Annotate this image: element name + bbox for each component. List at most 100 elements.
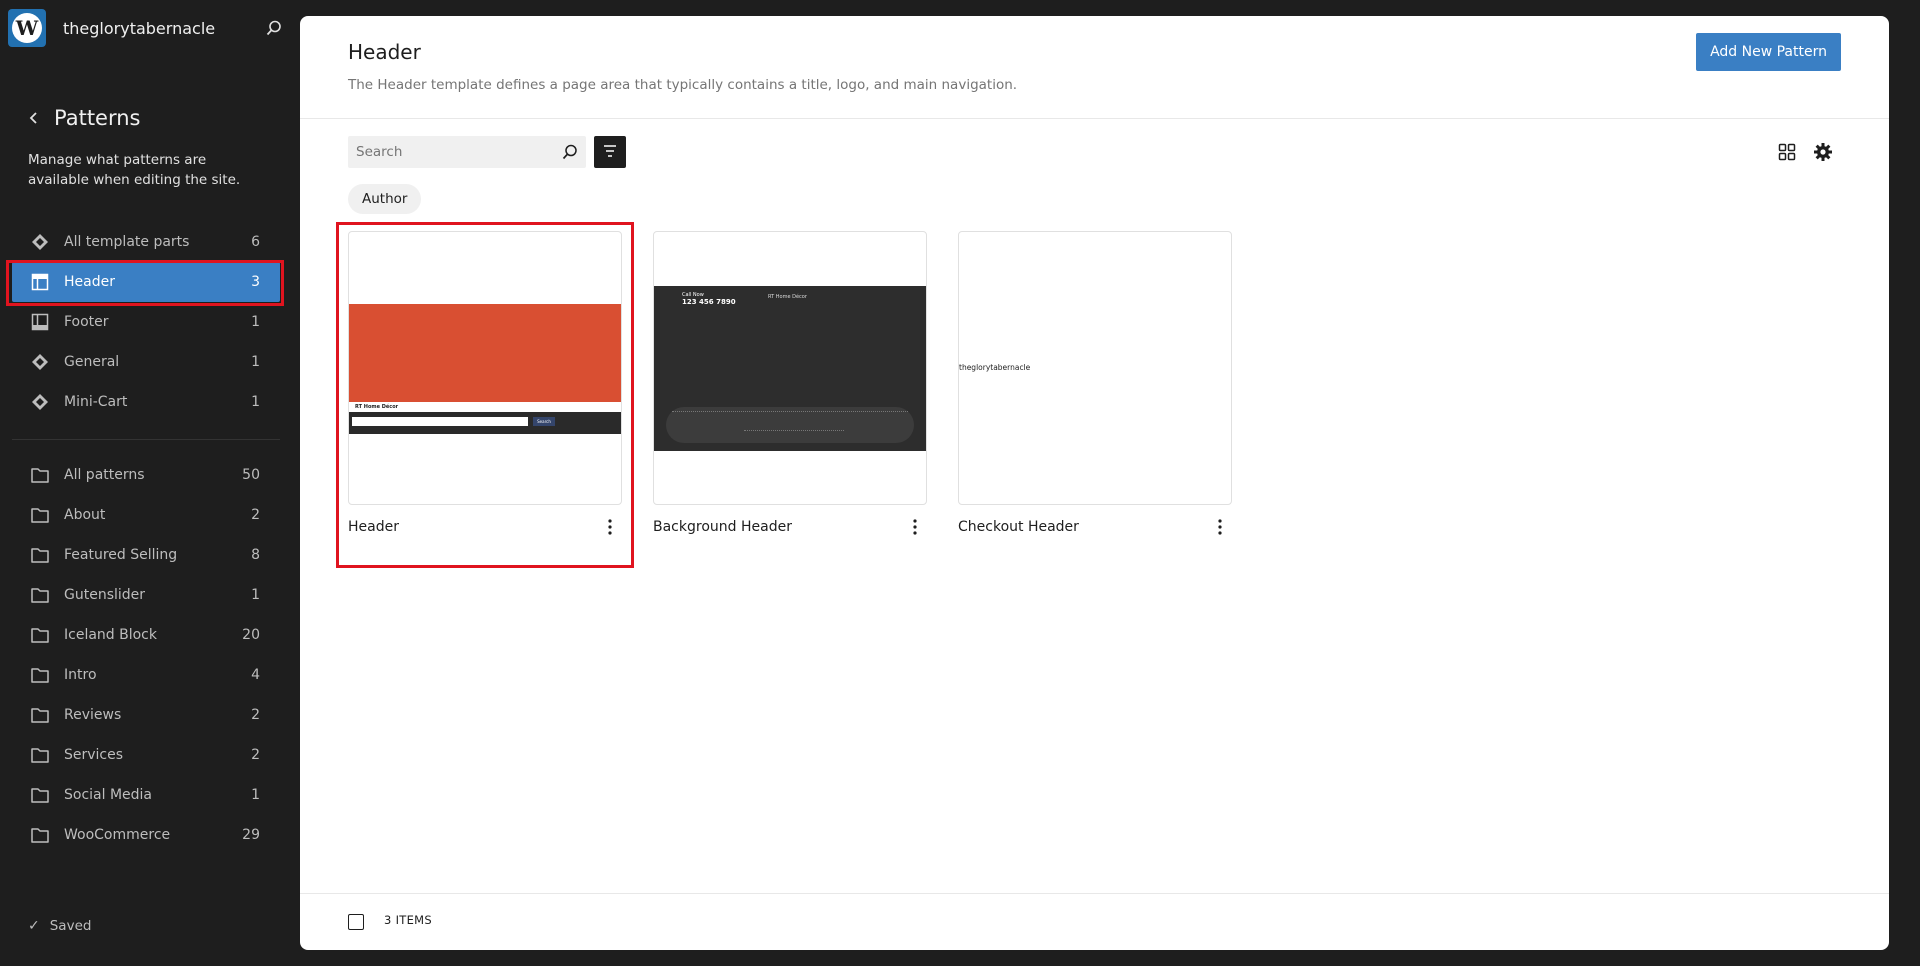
card-title[interactable]: Background Header — [653, 519, 903, 535]
site-hub: W theglorytabernacle — [8, 8, 292, 48]
card-meta: Checkout Header — [958, 513, 1232, 541]
pattern-card[interactable]: theglorytabernacle Checkout Header — [958, 231, 1232, 535]
highlight-box — [6, 260, 284, 306]
grid-view-icon[interactable] — [1775, 140, 1799, 164]
sidebar-item-count: 6 — [251, 234, 260, 250]
filter-button[interactable] — [594, 136, 626, 168]
sidebar-item-label: Gutenslider — [64, 587, 146, 603]
site-name[interactable]: theglorytabernacle — [63, 19, 262, 38]
folder-icon — [28, 783, 52, 807]
sidebar-item-label: Iceland Block — [64, 627, 157, 643]
page-header: Header The Header template defines a pag… — [300, 16, 1889, 119]
sidebar-item-count: 2 — [251, 747, 260, 763]
sidebar-item-label: Reviews — [64, 707, 122, 723]
sidebar-item-count: 1 — [251, 354, 260, 370]
sidebar-item-woocommerce[interactable]: WooCommerce 29 — [12, 815, 280, 855]
search-input[interactable] — [348, 136, 554, 168]
filter-icon — [602, 143, 618, 162]
sidebar-item-reviews[interactable]: Reviews 2 — [12, 695, 280, 735]
gear-icon[interactable] — [1811, 140, 1835, 164]
sidebar-item-label: WooCommerce — [64, 827, 171, 843]
author-filter-chip[interactable]: Author — [348, 184, 422, 214]
sidebar-item-iceland-block[interactable]: Iceland Block 20 — [12, 615, 280, 655]
folder-icon — [28, 503, 52, 527]
search-icon — [554, 143, 586, 161]
sidebar-heading: Patterns — [54, 106, 141, 130]
sidebar-item-label: General — [64, 354, 120, 370]
preview-menu-line — [672, 411, 908, 414]
sidebar-item-label: All template parts — [64, 234, 190, 250]
sidebar-item-count: 50 — [242, 467, 260, 483]
sidebar-item-all-template-parts[interactable]: All template parts 6 — [12, 222, 280, 262]
symbol-filled-icon — [28, 390, 52, 414]
main-content: Header The Header template defines a pag… — [300, 16, 1889, 950]
sidebar-item-about[interactable]: About 2 — [12, 495, 280, 535]
highlight-box — [336, 222, 634, 568]
search-field — [348, 136, 586, 168]
sidebar-item-count: 2 — [251, 507, 260, 523]
sidebar-item-services[interactable]: Services 2 — [12, 735, 280, 775]
sidebar-description: Manage what patterns are available when … — [28, 152, 241, 188]
sidebar-item-all-patterns[interactable]: All patterns 50 — [12, 455, 280, 495]
folder-icon — [28, 543, 52, 567]
sidebar-item-count: 1 — [251, 787, 260, 803]
pattern-card[interactable]: Call Now 123 456 7890 RT Home Décor Back… — [653, 231, 927, 535]
preview-menu-line — [744, 430, 844, 433]
sidebar-item-label: Featured Selling — [64, 547, 178, 563]
save-status: ✓ Saved — [28, 918, 91, 934]
preview-site-title: RT Home Décor — [768, 294, 807, 300]
folder-icon — [28, 463, 52, 487]
sidebar-item-label: Intro — [64, 667, 97, 683]
sidebar: W theglorytabernacle Patterns Manage wha… — [0, 0, 300, 966]
save-status-label: Saved — [49, 918, 92, 934]
folder-icon — [28, 743, 52, 767]
preview-site-text: theglorytabernacle — [959, 363, 1031, 372]
sidebar-item-count: 1 — [251, 394, 260, 410]
sidebar-item-footer[interactable]: Footer 1 — [12, 302, 280, 342]
check-icon: ✓ — [28, 918, 40, 934]
bulk-actions-footer: 3 ITEMS — [300, 893, 1889, 950]
folder-icon — [28, 623, 52, 647]
sidebar-item-count: 1 — [251, 314, 260, 330]
sidebar-item-count: 29 — [242, 827, 260, 843]
folder-icon — [28, 823, 52, 847]
sidebar-item-count: 1 — [251, 587, 260, 603]
select-all-checkbox[interactable] — [348, 914, 364, 930]
sidebar-title: Patterns — [22, 106, 141, 130]
add-new-pattern-button[interactable]: Add New Pattern — [1696, 33, 1841, 71]
sidebar-item-label: Footer — [64, 314, 109, 330]
sidebar-item-social-media[interactable]: Social Media 1 — [12, 775, 280, 815]
footer-layout-icon — [28, 310, 52, 334]
sidebar-item-mini-cart[interactable]: Mini-Cart 1 — [12, 382, 280, 422]
sidebar-item-label: About — [64, 507, 106, 523]
sidebar-item-label: Mini-Cart — [64, 394, 128, 410]
sidebar-item-count: 2 — [251, 707, 260, 723]
sidebar-divider — [12, 439, 280, 440]
sidebar-item-label: All patterns — [64, 467, 145, 483]
symbol-filled-icon — [28, 350, 52, 374]
template-parts-list: All template parts 6 Header 3 Footer 1 G… — [12, 222, 280, 422]
pattern-preview[interactable]: Call Now 123 456 7890 RT Home Décor — [653, 231, 927, 505]
sidebar-item-count: 4 — [251, 667, 260, 683]
page-title: Header — [348, 40, 421, 64]
folder-icon — [28, 583, 52, 607]
more-vertical-icon[interactable] — [1208, 515, 1232, 539]
page-description: The Header template defines a page area … — [348, 77, 1018, 93]
search-icon[interactable] — [262, 16, 286, 40]
pattern-preview[interactable]: theglorytabernacle — [958, 231, 1232, 505]
card-title[interactable]: Checkout Header — [958, 519, 1208, 535]
items-count: 3 ITEMS — [384, 913, 432, 927]
sidebar-item-general[interactable]: General 1 — [12, 342, 280, 382]
wordpress-logo-icon[interactable]: W — [8, 9, 46, 47]
sidebar-item-count: 8 — [251, 547, 260, 563]
sidebar-item-featured-selling[interactable]: Featured Selling 8 — [12, 535, 280, 575]
sidebar-item-label: Social Media — [64, 787, 153, 803]
pattern-categories-list: All patterns 50 About 2 Featured Selling 8 Gut… — [12, 455, 280, 855]
sidebar-item-count: 20 — [242, 627, 260, 643]
sidebar-item-gutenslider[interactable]: Gutenslider 1 — [12, 575, 280, 615]
back-icon[interactable] — [22, 106, 46, 130]
folder-icon — [28, 663, 52, 687]
sidebar-item-label: Services — [64, 747, 124, 763]
more-vertical-icon[interactable] — [903, 515, 927, 539]
sidebar-item-intro[interactable]: Intro 4 — [12, 655, 280, 695]
